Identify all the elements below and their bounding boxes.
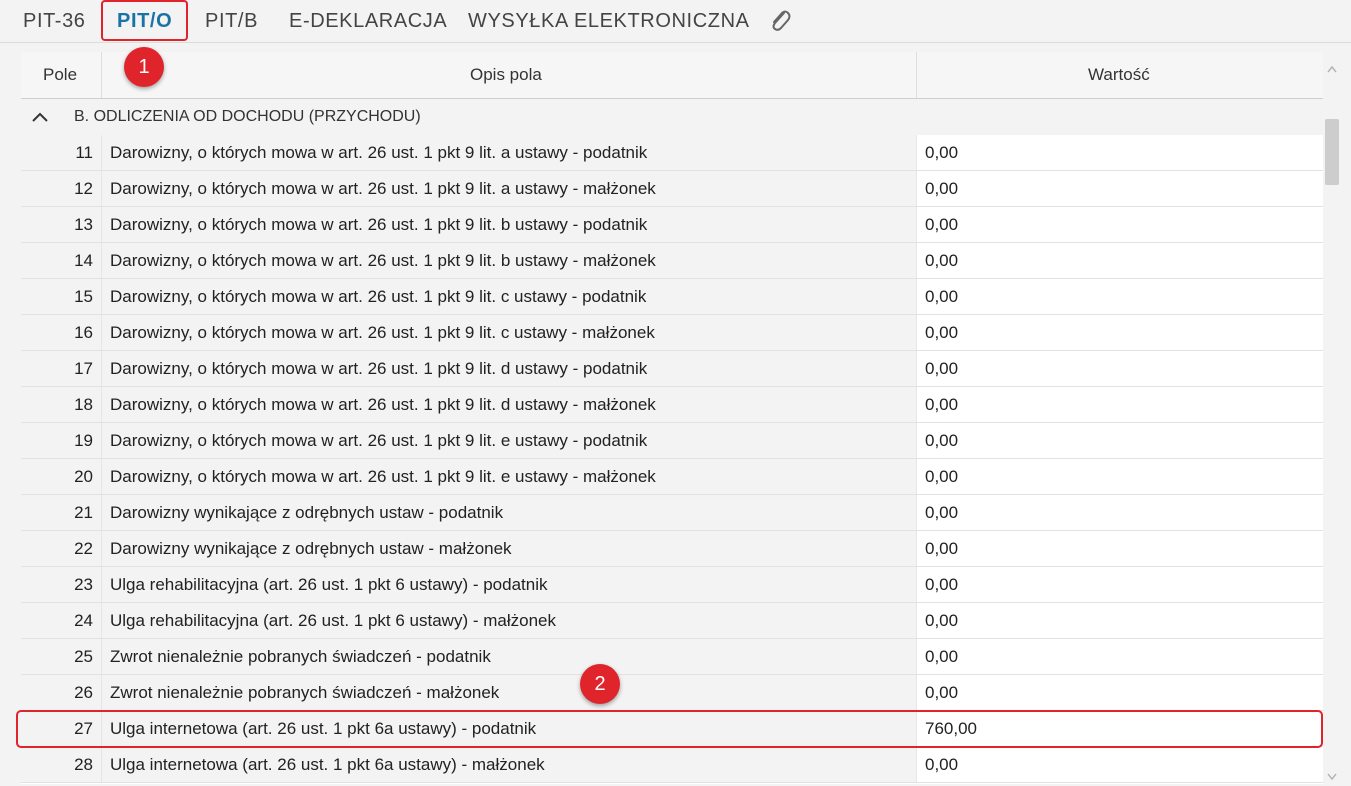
cell-opis-pola: Darowizny, o których mowa w art. 26 ust.… [101, 459, 916, 494]
cell-opis-pola: Darowizny, o których mowa w art. 26 ust.… [101, 423, 916, 458]
table-row[interactable]: 17 Darowizny, o których mowa w art. 26 us… [21, 351, 1323, 387]
cell-opis-pola: Darowizny, o których mowa w art. 26 ust.… [101, 387, 916, 422]
table-row[interactable]: 20 Darowizny, o których mowa w art. 26 us… [21, 459, 1323, 495]
tab-pit-36[interactable]: PIT-36 [23, 8, 86, 34]
table-row[interactable]: 12 Darowizny, o których mowa w art. 26 us… [21, 171, 1323, 207]
cell-wartosc[interactable]: 0,00 [916, 243, 1323, 278]
scroll-down-icon[interactable] [1327, 768, 1337, 781]
cell-pole: 15 [21, 279, 101, 314]
table-row[interactable]: 23 Ulga rehabilitacyjna (art. 26 ust. 1 p… [21, 567, 1323, 603]
cell-pole: 22 [21, 531, 101, 566]
row-highlight-outline [16, 710, 1323, 748]
cell-pole: 17 [21, 351, 101, 386]
group-row[interactable]: B. ODLICZENIA OD DOCHODU (PRZYCHODU) [21, 99, 1323, 135]
table-row[interactable]: 11 Darowizny, o których mowa w art. 26 us… [21, 135, 1323, 171]
column-header-wartosc[interactable]: Wartość [1088, 52, 1150, 98]
table-row[interactable]: 16 Darowizny, o których mowa w art. 26 us… [21, 315, 1323, 351]
cell-wartosc[interactable]: 0,00 [916, 387, 1323, 422]
scroll-up-icon[interactable] [1327, 60, 1337, 73]
cell-pole: 20 [21, 459, 101, 494]
cell-pole: 21 [21, 495, 101, 530]
cell-wartosc[interactable]: 0,00 [916, 135, 1323, 170]
table-row[interactable]: 13 Darowizny, o których mowa w art. 26 us… [21, 207, 1323, 243]
cell-opis-pola: Darowizny wynikające z odrębnych ustaw -… [101, 531, 916, 566]
cell-wartosc[interactable]: 0,00 [916, 603, 1323, 638]
cell-opis-pola: Darowizny, o których mowa w art. 26 ust.… [101, 135, 916, 170]
cell-pole: 14 [21, 243, 101, 278]
cell-wartosc[interactable]: 0,00 [916, 675, 1323, 710]
cell-pole: 23 [21, 567, 101, 602]
cell-pole: 24 [21, 603, 101, 638]
table-row[interactable]: 25 Zwrot nienależnie pobranych świadczeń … [21, 639, 1323, 675]
cell-wartosc[interactable]: 0,00 [916, 567, 1323, 602]
cell-opis-pola: Darowizny, o których mowa w art. 26 ust.… [101, 279, 916, 314]
cell-opis-pola: Darowizny, o których mowa w art. 26 ust.… [101, 351, 916, 386]
cell-wartosc[interactable]: 0,00 [916, 639, 1323, 674]
cell-wartosc[interactable]: 0,00 [916, 495, 1323, 530]
cell-pole: 16 [21, 315, 101, 350]
cell-wartosc[interactable]: 0,00 [916, 459, 1323, 494]
cell-wartosc[interactable]: 0,00 [916, 531, 1323, 566]
scrollbar-thumb[interactable] [1325, 119, 1339, 185]
chevron-up-icon[interactable] [31, 110, 49, 122]
cell-wartosc[interactable]: 0,00 [916, 747, 1323, 782]
cell-opis-pola: Ulga rehabilitacyjna (art. 26 ust. 1 pkt… [101, 603, 916, 638]
cell-pole: 13 [21, 207, 101, 242]
table-row[interactable]: 28 Ulga internetowa (art. 26 ust. 1 pkt 6… [21, 747, 1323, 783]
cell-opis-pola: Zwrot nienależnie pobranych świadczeń - … [101, 675, 916, 710]
column-header-opis-pola[interactable]: Opis pola [470, 52, 542, 98]
cell-opis-pola: Darowizny, o których mowa w art. 26 ust.… [101, 207, 916, 242]
table-row[interactable]: 24 Ulga rehabilitacyjna (art. 26 ust. 1 p… [21, 603, 1323, 639]
annotation-badge-1: 1 [124, 47, 164, 87]
group-label: B. ODLICZENIA OD DOCHODU (PRZYCHODU) [74, 108, 421, 125]
paperclip-icon[interactable] [767, 7, 793, 35]
table-row[interactable]: 21 Darowizny wynikające z odrębnych ustaw… [21, 495, 1323, 531]
tab-wysylka-elektroniczna[interactable]: WYSYŁKA ELEKTRONICZNA [468, 8, 750, 34]
cell-wartosc[interactable]: 0,00 [916, 423, 1323, 458]
column-header-pole[interactable]: Pole [43, 52, 77, 98]
cell-pole: 11 [21, 135, 101, 170]
cell-opis-pola: Zwrot nienależnie pobranych świadczeń - … [101, 639, 916, 674]
cell-pole: 12 [21, 171, 101, 206]
cell-wartosc[interactable]: 0,00 [916, 171, 1323, 206]
cell-opis-pola: Darowizny, o których mowa w art. 26 ust.… [101, 171, 916, 206]
annotation-badge-2: 2 [580, 664, 620, 704]
table-row[interactable]: 22 Darowizny wynikające z odrębnych ustaw… [21, 531, 1323, 567]
tab-pit-b[interactable]: PIT/B [205, 8, 258, 34]
tab-highlight-outline [101, 0, 188, 41]
table-row[interactable]: 26 Zwrot nienależnie pobranych świadczeń … [21, 675, 1323, 711]
table-row[interactable]: 19 Darowizny, o których mowa w art. 26 us… [21, 423, 1323, 459]
cell-pole: 25 [21, 639, 101, 674]
cell-wartosc[interactable]: 0,00 [916, 351, 1323, 386]
tab-bar: PIT-36 PIT/O PIT/B E-DEKLARACJA WYSYŁKA … [0, 0, 1351, 43]
table-row[interactable]: 15 Darowizny, o których mowa w art. 26 us… [21, 279, 1323, 315]
cell-pole: 19 [21, 423, 101, 458]
cell-wartosc[interactable]: 0,00 [916, 279, 1323, 314]
cell-opis-pola: Ulga internetowa (art. 26 ust. 1 pkt 6a … [101, 747, 916, 782]
cell-opis-pola: Darowizny, o których mowa w art. 26 ust.… [101, 243, 916, 278]
cell-wartosc[interactable]: 0,00 [916, 207, 1323, 242]
cell-opis-pola: Darowizny wynikające z odrębnych ustaw -… [101, 495, 916, 530]
cell-pole: 28 [21, 747, 101, 782]
cell-pole: 18 [21, 387, 101, 422]
vertical-scrollbar[interactable] [1323, 52, 1341, 784]
cell-pole: 26 [21, 675, 101, 710]
cell-wartosc[interactable]: 0,00 [916, 315, 1323, 350]
cell-opis-pola: Ulga rehabilitacyjna (art. 26 ust. 1 pkt… [101, 567, 916, 602]
cell-opis-pola: Darowizny, o których mowa w art. 26 ust.… [101, 315, 916, 350]
declaration-grid: Pole Opis pola Wartość B. ODLICZENIA OD … [21, 52, 1323, 784]
tab-e-deklaracja[interactable]: E-DEKLARACJA [289, 8, 447, 34]
table-row[interactable]: 18 Darowizny, o których mowa w art. 26 us… [21, 387, 1323, 423]
table-row[interactable]: 14 Darowizny, o których mowa w art. 26 us… [21, 243, 1323, 279]
grid-header: Pole Opis pola Wartość [21, 52, 1323, 99]
